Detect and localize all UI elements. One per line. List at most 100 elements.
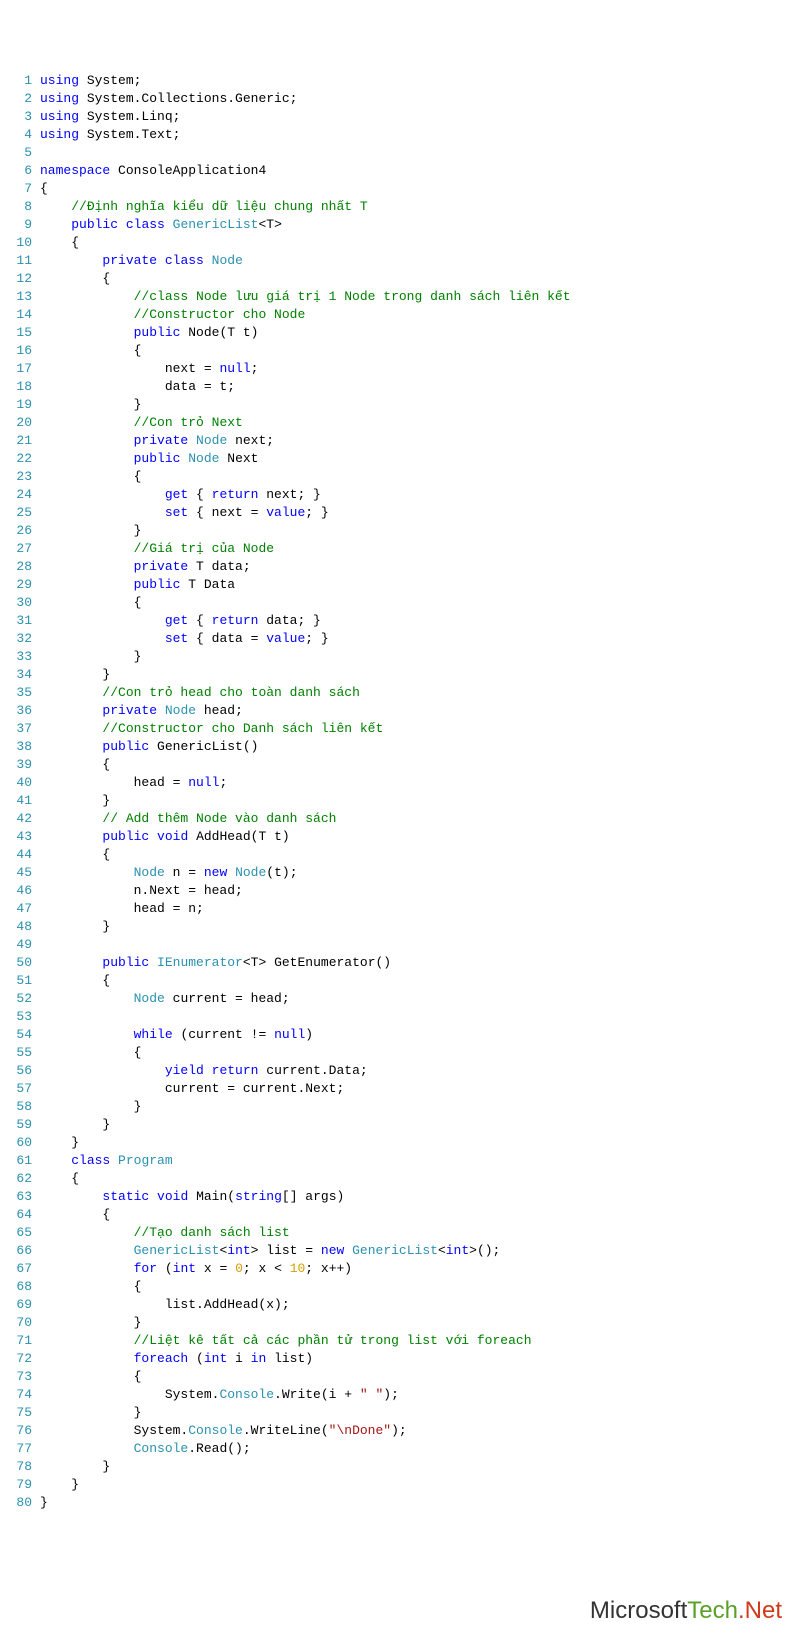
code-token: .Write(i +: [274, 1387, 360, 1402]
line-number: 39: [0, 756, 32, 774]
code-token: string: [235, 1189, 282, 1204]
line-number: 78: [0, 1458, 32, 1476]
watermark-part2: Tech: [687, 1597, 738, 1624]
code-token: ; }: [305, 631, 328, 646]
code-token: System.Linq;: [79, 109, 180, 124]
code-line: class Program: [40, 1152, 800, 1170]
line-number: 75: [0, 1404, 32, 1422]
line-number: 59: [0, 1116, 32, 1134]
code-token: [40, 433, 134, 448]
code-line: set { next = value; }: [40, 504, 800, 522]
code-token: Main(: [188, 1189, 235, 1204]
line-number: 53: [0, 1008, 32, 1026]
code-token: [40, 865, 134, 880]
line-number: 40: [0, 774, 32, 792]
code-token: [165, 217, 173, 232]
line-number: 8: [0, 198, 32, 216]
code-token: next;: [227, 433, 274, 448]
code-token: Next: [219, 451, 258, 466]
code-token: [40, 685, 102, 700]
watermark-part3: Net: [745, 1597, 782, 1624]
code-token: [40, 1261, 134, 1276]
code-token: System.: [40, 1423, 188, 1438]
code-token: {: [40, 343, 141, 358]
line-number: 76: [0, 1422, 32, 1440]
code-token: }: [40, 793, 110, 808]
code-token: [40, 955, 102, 970]
code-token: }: [40, 1405, 141, 1420]
code-token: [157, 703, 165, 718]
line-number: 38: [0, 738, 32, 756]
code-line: data = t;: [40, 378, 800, 396]
code-token: using: [40, 73, 79, 88]
line-number: 46: [0, 882, 32, 900]
code-line: public void AddHead(T t): [40, 828, 800, 846]
line-number: 41: [0, 792, 32, 810]
line-number: 2: [0, 90, 32, 108]
line-number: 65: [0, 1224, 32, 1242]
code-token: list.AddHead(x);: [40, 1297, 290, 1312]
code-token: int: [227, 1243, 250, 1258]
line-number: 17: [0, 360, 32, 378]
code-token: [118, 217, 126, 232]
code-token: [149, 829, 157, 844]
code-line: //class Node lưu giá trị 1 Node trong da…: [40, 288, 800, 306]
code-token: System;: [79, 73, 141, 88]
code-token: next; }: [258, 487, 320, 502]
code-line: [40, 144, 800, 162]
code-token: {: [40, 1045, 141, 1060]
code-token: Node: [212, 253, 243, 268]
code-token: }: [40, 397, 141, 412]
code-token: //class Node lưu giá trị 1 Node trong da…: [134, 289, 571, 304]
line-number: 58: [0, 1098, 32, 1116]
code-token: Console: [134, 1441, 189, 1456]
code-token: [40, 505, 165, 520]
code-line: using System;: [40, 72, 800, 90]
code-token: {: [40, 271, 110, 286]
code-line: }: [40, 918, 800, 936]
code-line: public GenericList(): [40, 738, 800, 756]
code-token: public: [71, 217, 118, 232]
code-token: {: [188, 613, 211, 628]
code-line: foreach (int i in list): [40, 1350, 800, 1368]
code-line: public IEnumerator<T> GetEnumerator(): [40, 954, 800, 972]
line-number: 72: [0, 1350, 32, 1368]
code-token: [40, 1153, 71, 1168]
code-token: ;: [219, 775, 227, 790]
code-token: Console: [219, 1387, 274, 1402]
code-token: [227, 865, 235, 880]
code-line: {: [40, 342, 800, 360]
line-number: 45: [0, 864, 32, 882]
line-number: 21: [0, 432, 32, 450]
code-token: GenericList: [134, 1243, 220, 1258]
code-token: Node: [165, 703, 196, 718]
code-token: {: [40, 595, 141, 610]
code-token: //Liệt kê tất cả các phần tử trong list …: [134, 1333, 532, 1348]
code-line: public Node Next: [40, 450, 800, 468]
code-token: private: [102, 253, 157, 268]
code-line: private T data;: [40, 558, 800, 576]
code-token: }: [40, 1315, 141, 1330]
line-number: 1: [0, 72, 32, 90]
code-token: (: [188, 1351, 204, 1366]
code-token: ;: [251, 361, 259, 376]
code-line: {: [40, 846, 800, 864]
code-line: {: [40, 1278, 800, 1296]
code-token: ; }: [305, 505, 328, 520]
code-token: [40, 559, 134, 574]
line-number: 4: [0, 126, 32, 144]
code-token: System.Text;: [79, 127, 180, 142]
code-token: value: [266, 631, 305, 646]
code-line: }: [40, 1494, 800, 1512]
line-number: 5: [0, 144, 32, 162]
code-token: public: [134, 451, 181, 466]
code-token: Node: [134, 991, 165, 1006]
code-line: System.Console.WriteLine("\nDone");: [40, 1422, 800, 1440]
code-token: " ": [360, 1387, 383, 1402]
code-line: private Node next;: [40, 432, 800, 450]
code-token: static: [102, 1189, 149, 1204]
code-token: }: [40, 667, 110, 682]
line-number: 48: [0, 918, 32, 936]
code-token: null: [188, 775, 219, 790]
code-line: Node current = head;: [40, 990, 800, 1008]
